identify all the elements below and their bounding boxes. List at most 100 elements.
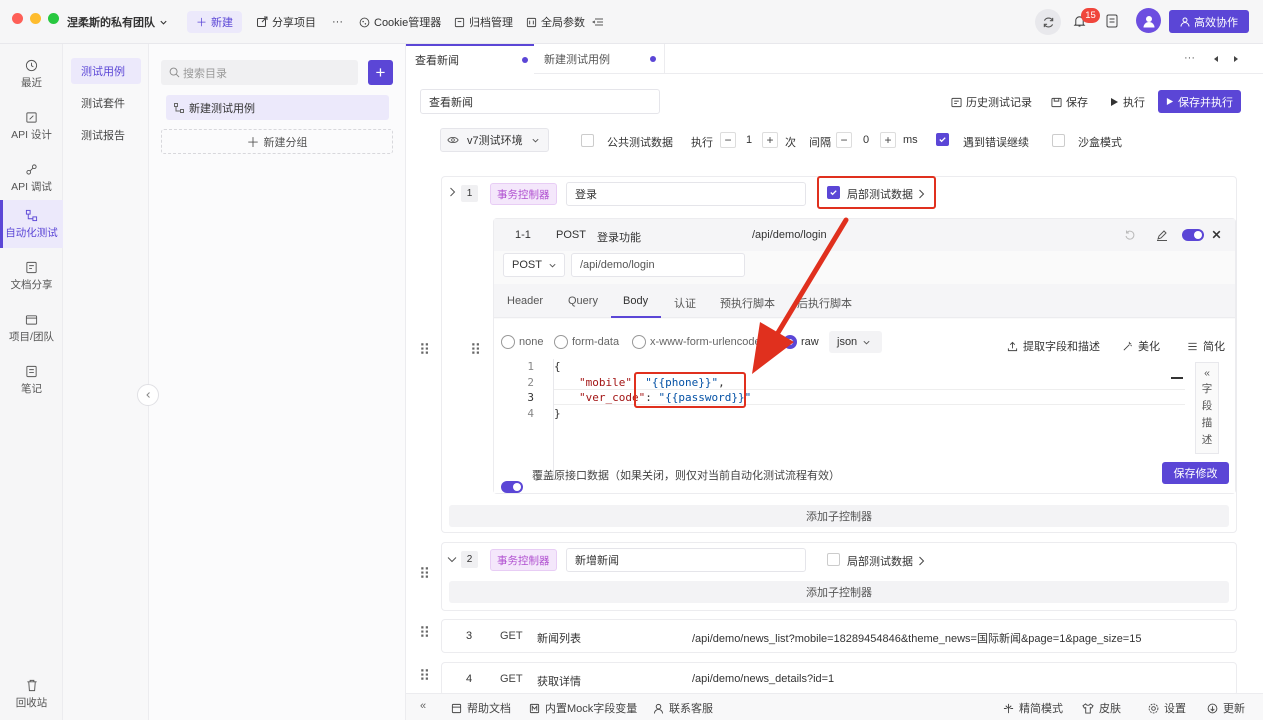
drag-handle-icon[interactable]: ⠿	[419, 669, 430, 684]
override-toggle[interactable]	[501, 481, 523, 493]
tab-prev-icon[interactable]	[1212, 55, 1220, 63]
subnav-test-reports[interactable]: 测试报告	[71, 122, 141, 148]
update-button[interactable]: 更新	[1207, 700, 1245, 716]
environment-select[interactable]: v7测试环境	[440, 128, 549, 152]
subnav-test-cases[interactable]: 测试用例	[71, 58, 141, 84]
close-icon[interactable]	[1211, 229, 1222, 240]
enable-toggle[interactable]	[1182, 229, 1204, 241]
note-icon	[26, 365, 37, 377]
reset-icon[interactable]	[1124, 229, 1136, 241]
save-and-run-button[interactable]: 保存并执行	[1158, 90, 1241, 113]
step-1-name-input[interactable]: 登录	[566, 182, 806, 206]
body-type-none[interactable]: none	[501, 335, 543, 349]
nav-item-automation-test[interactable]: 自动化测试	[0, 200, 63, 248]
exec-minus-button[interactable]: −	[720, 132, 736, 148]
double-chevron-left-icon[interactable]: «	[420, 700, 426, 712]
step-2-local-data-checkbox[interactable]	[827, 553, 840, 566]
step-1-local-data[interactable]: 局部测试数据	[847, 186, 925, 202]
interval-value[interactable]: 0	[860, 134, 872, 146]
field-description-panel[interactable]: « 字 段 描 述	[1195, 362, 1219, 454]
skin-button[interactable]: 皮肤	[1082, 700, 1121, 716]
simple-mode-button[interactable]: 精简模式	[1003, 700, 1063, 716]
sandbox-checkbox[interactable]	[1052, 134, 1065, 147]
new-group-button[interactable]: ＋ 新建分组	[161, 129, 393, 154]
drag-handle-icon[interactable]: ⠿	[470, 343, 481, 358]
minimize-icon[interactable]	[1171, 377, 1183, 379]
save-changes-button[interactable]: 保存修改	[1162, 462, 1229, 484]
step-4-number: 4	[466, 673, 473, 685]
close-window-button[interactable]	[12, 13, 23, 24]
nav-item-api-debug[interactable]: API 调试	[0, 154, 63, 202]
req-tab-header[interactable]: Header	[507, 295, 543, 307]
chevron-right-icon[interactable]	[448, 187, 457, 197]
continue-on-error-checkbox[interactable]	[936, 133, 949, 146]
collapse-menu-icon[interactable]	[592, 11, 604, 33]
tab-new-case[interactable]: 新建测试用例	[534, 44, 665, 74]
drag-handle-icon[interactable]: ⠿	[419, 567, 430, 582]
subnav-test-suites[interactable]: 测试套件	[71, 90, 141, 116]
edit-icon[interactable]	[1156, 229, 1168, 241]
nav-item-notes[interactable]: 笔记	[0, 356, 63, 404]
interval-minus-button[interactable]: −	[836, 132, 852, 148]
step-2-name-input[interactable]: 新增新闻	[566, 548, 806, 572]
list-icon	[1188, 342, 1197, 350]
collaborate-button[interactable]: 高效协作	[1169, 10, 1249, 33]
step-4-method: GET	[500, 673, 523, 685]
minimize-window-button[interactable]	[30, 13, 41, 24]
mock-icon	[529, 703, 540, 713]
avatar[interactable]	[1136, 8, 1161, 33]
url-input[interactable]: /api/demo/login	[571, 253, 745, 277]
tree-item-new-case[interactable]: 新建测试用例	[166, 95, 389, 120]
archive-button[interactable]: 归档管理	[454, 11, 513, 33]
drag-handle-icon[interactable]: ⠿	[419, 626, 430, 641]
user-icon	[1180, 17, 1190, 27]
nav-item-api-design[interactable]: API 设计	[0, 102, 63, 150]
search-box[interactable]: 搜索目录	[161, 60, 358, 85]
help-docs-button[interactable]: 帮助文档	[451, 700, 511, 716]
method-select[interactable]: POST	[503, 253, 565, 277]
cookie-manager-button[interactable]: Cookie管理器	[359, 11, 441, 33]
save-button[interactable]: 保存	[1051, 94, 1088, 110]
req-tab-body[interactable]: Body	[623, 295, 648, 307]
document-icon[interactable]	[1106, 14, 1118, 28]
extract-fields-button[interactable]: 提取字段和描述	[1007, 338, 1100, 354]
mock-variables-button[interactable]: 内置Mock字段变量	[529, 700, 637, 716]
interval-plus-button[interactable]: +	[880, 132, 896, 148]
req-tab-auth[interactable]: 认证	[674, 295, 696, 311]
drag-handle-icon[interactable]: ⠿	[419, 343, 430, 358]
tab-next-icon[interactable]	[1232, 55, 1240, 63]
more-menu-button[interactable]: ···	[332, 11, 343, 33]
add-child-controller-button[interactable]: 添加子控制器	[449, 581, 1229, 603]
collapse-sidebar-button[interactable]	[137, 384, 159, 406]
chevron-down-icon[interactable]	[447, 555, 457, 564]
simplify-button[interactable]: 简化	[1187, 338, 1225, 354]
nav-item-project-team[interactable]: 项目/团队	[0, 304, 63, 352]
add-button[interactable]: +	[368, 60, 393, 85]
global-params-button[interactable]: 全局参数	[526, 11, 585, 33]
beautify-button[interactable]: 美化	[1122, 338, 1160, 354]
share-project-button[interactable]: 分享项目	[256, 11, 316, 33]
step-2-local-data[interactable]: 局部测试数据	[847, 553, 925, 569]
body-type-form-data[interactable]: form-data	[554, 335, 619, 349]
step-1-local-data-checkbox[interactable]	[827, 186, 840, 199]
exec-plus-button[interactable]: +	[762, 132, 778, 148]
team-selector[interactable]: 涅柔斯的私有团队	[67, 11, 168, 33]
maximize-window-button[interactable]	[48, 13, 59, 24]
req-tab-query[interactable]: Query	[568, 295, 598, 307]
nav-item-recent[interactable]: 最近	[0, 50, 63, 98]
radio-icon	[501, 335, 515, 349]
public-data-checkbox[interactable]	[581, 134, 594, 147]
settings-button[interactable]: 设置	[1148, 700, 1186, 716]
tab-more-button[interactable]: ···	[1184, 52, 1195, 64]
run-button[interactable]: 执行	[1110, 94, 1145, 110]
nav-item-doc-share[interactable]: 文档分享	[0, 252, 63, 300]
nav-item-recycle-bin[interactable]: 回收站	[0, 670, 63, 718]
sync-icon[interactable]	[1035, 9, 1061, 35]
case-name-input[interactable]: 查看新闻	[420, 89, 660, 114]
tab-view-news[interactable]: 查看新闻	[406, 44, 534, 74]
history-button[interactable]: 历史测试记录	[951, 94, 1032, 110]
new-button[interactable]: ＋新建	[187, 11, 242, 33]
add-child-controller-button[interactable]: 添加子控制器	[449, 505, 1229, 527]
exec-count[interactable]: 1	[743, 134, 755, 146]
contact-support-button[interactable]: 联系客服	[653, 700, 713, 716]
